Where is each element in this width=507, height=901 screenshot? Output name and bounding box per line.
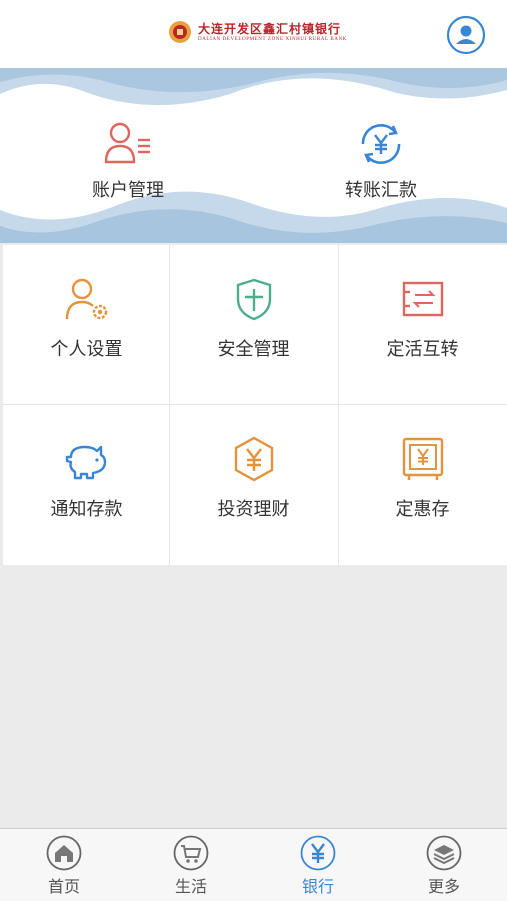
user-icon[interactable]: [446, 15, 486, 55]
fixed-demand-transfer-button[interactable]: 定活互转: [339, 245, 506, 404]
bottom-tab-bar: 首页 生活 银行 更多: [0, 828, 507, 901]
transfer-yuan-icon: [361, 124, 401, 164]
feature-banner: 账户管理 转账汇款: [0, 68, 507, 243]
piggy-bank-icon: [65, 445, 106, 480]
security-management-label: 安全管理: [217, 339, 290, 360]
account-management-label: 账户管理: [92, 180, 164, 201]
investment-finance-label: 投资理财: [217, 499, 290, 520]
layers-icon: [426, 835, 462, 871]
tab-home-label: 首页: [47, 877, 80, 896]
transfer-remittance-label: 转账汇款: [345, 180, 417, 201]
personal-settings-label: 个人设置: [50, 339, 123, 360]
notice-deposit-button[interactable]: 通知存款: [3, 405, 170, 564]
logo-english-name: DALIAN DEVELOPMENT ZONE XINHUI RURAL BAN…: [198, 36, 347, 42]
yuan-icon: [300, 835, 336, 871]
tab-bank[interactable]: 银行: [278, 835, 358, 897]
bank-logo: 大连开发区鑫汇村镇银行 DALIAN DEVELOPMENT ZONE XINH…: [168, 20, 347, 44]
investment-finance-button[interactable]: 投资理财: [170, 405, 337, 564]
preferential-deposit-button[interactable]: 定惠存: [339, 405, 506, 564]
app-header: 大连开发区鑫汇村镇银行 DALIAN DEVELOPMENT ZONE XINH…: [0, 0, 507, 69]
hexagon-yuan-icon: [234, 436, 273, 482]
home-icon: [46, 835, 82, 871]
tab-more-label: 更多: [427, 877, 460, 896]
fixed-demand-transfer-label: 定活互转: [386, 339, 459, 360]
safe-icon: [402, 437, 443, 480]
transfer-remittance-button[interactable]: 转账汇款: [301, 118, 461, 202]
exchange-icon: [402, 281, 443, 317]
personal-settings-button[interactable]: 个人设置: [3, 245, 170, 404]
account-card-icon: [104, 122, 150, 164]
account-management-button[interactable]: 账户管理: [48, 118, 208, 202]
security-management-button[interactable]: 安全管理: [170, 245, 337, 404]
tab-life[interactable]: 生活: [151, 835, 231, 897]
notice-deposit-label: 通知存款: [50, 499, 123, 520]
service-grid: 个人设置 安全管理 定活互转 通知存款 投资理财 定惠存: [3, 245, 507, 565]
shield-icon: [236, 278, 271, 321]
logo-chinese-name: 大连开发区鑫汇村镇银行: [198, 21, 342, 36]
tab-life-label: 生活: [174, 877, 207, 896]
tab-more[interactable]: 更多: [404, 835, 484, 897]
user-settings-icon: [65, 278, 107, 320]
cart-icon: [173, 835, 209, 871]
preferential-deposit-label: 定惠存: [395, 499, 450, 520]
tab-home[interactable]: 首页: [24, 835, 104, 897]
tab-bank-label: 银行: [301, 877, 334, 896]
bank-logo-icon: [169, 21, 191, 43]
